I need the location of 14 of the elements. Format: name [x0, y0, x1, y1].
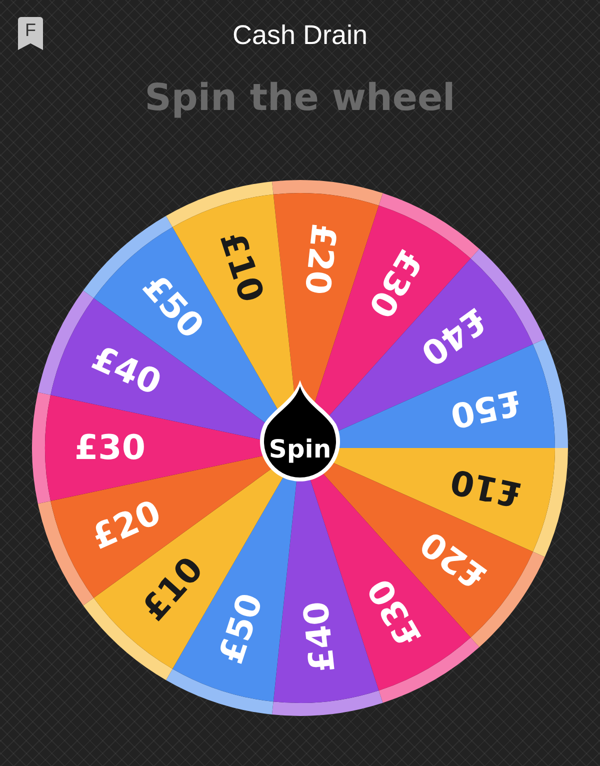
app-title: Cash Drain: [232, 20, 368, 50]
segment-label: £20: [86, 492, 167, 558]
segment-label: £20: [413, 522, 494, 597]
segment-label: £20: [296, 222, 344, 296]
segment-label: £40: [413, 299, 494, 374]
segment-label: £30: [74, 428, 146, 468]
segment-label: £50: [446, 382, 525, 436]
segment-label: £40: [296, 600, 344, 674]
page-heading: Spin the wheel: [144, 76, 456, 121]
segment-label: £10: [446, 460, 525, 514]
segment-label: £10: [211, 227, 272, 308]
segment-label: £50: [211, 588, 272, 669]
bookmark-icon[interactable]: F: [18, 17, 43, 50]
spin-button[interactable]: Spin: [260, 380, 340, 482]
